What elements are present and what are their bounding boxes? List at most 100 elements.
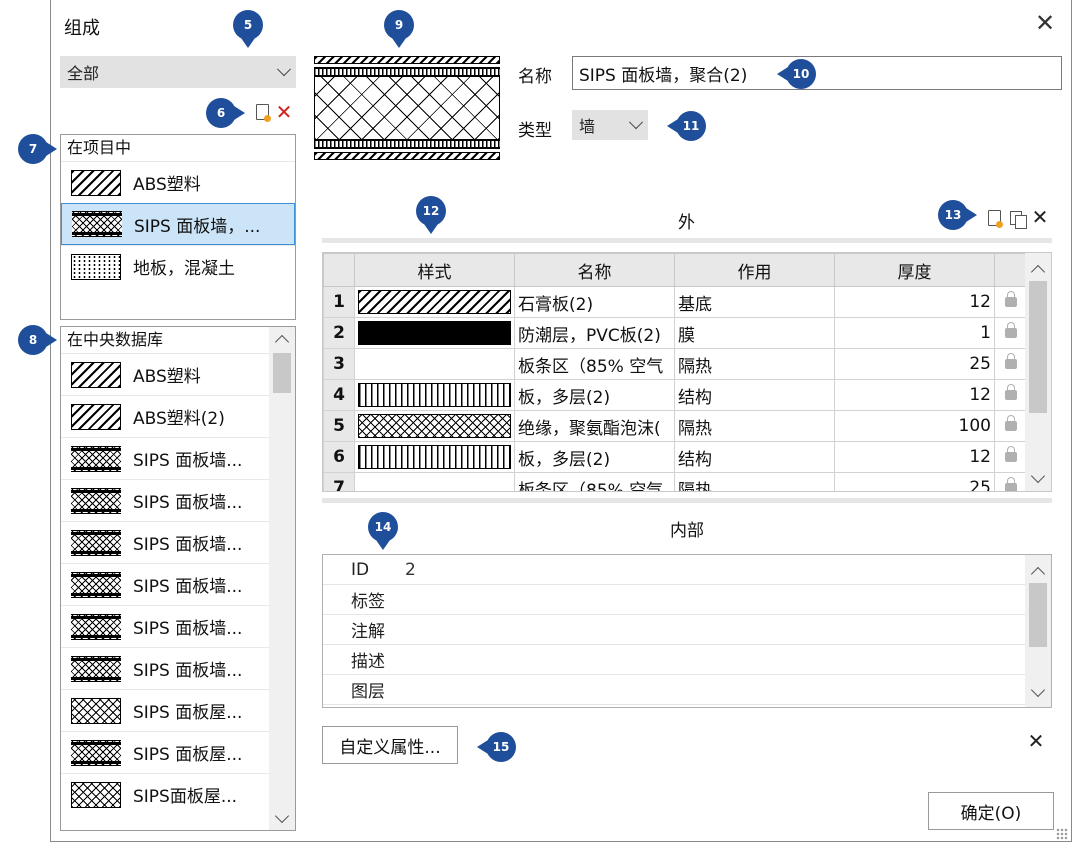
central-db-scrollbar[interactable]	[269, 327, 295, 830]
layer-name-cell[interactable]: 板条区（85% 空气	[514, 348, 675, 380]
central-db-list-item[interactable]: SIPS 面板屋...	[61, 731, 271, 773]
delete-layer-button[interactable]: ✕	[1030, 207, 1050, 227]
property-row[interactable]: 标签	[323, 585, 1025, 615]
central-db-list-item[interactable]: ABS塑料	[61, 353, 271, 395]
scroll-down-icon[interactable]	[1030, 468, 1046, 484]
lock-icon[interactable]	[1005, 446, 1017, 462]
layer-style-cell[interactable]	[354, 317, 515, 349]
column-header-role[interactable]: 作用	[674, 253, 835, 287]
custom-properties-button[interactable]: 自定义属性...	[322, 726, 458, 764]
layer-name-cell[interactable]: 防潮层，PVC板(2)	[514, 317, 675, 349]
delete-composition-button[interactable]: ✕	[274, 102, 294, 122]
scroll-up-icon[interactable]	[1030, 566, 1046, 582]
central-db-list-item[interactable]: SIPS 面板墙...	[61, 479, 271, 521]
layer-thickness-cell[interactable]: 25	[834, 348, 995, 380]
layer-lock-cell[interactable]	[994, 379, 1028, 411]
name-input[interactable]: SIPS 面板墙，聚合(2)	[572, 56, 1062, 90]
layer-row[interactable]: 2 防潮层，PVC板(2) 膜 1	[323, 317, 1028, 349]
lock-icon[interactable]	[1005, 291, 1017, 307]
layer-row[interactable]: 4 板，多层(2) 结构 12	[323, 379, 1028, 411]
layer-style-cell[interactable]	[354, 472, 515, 491]
layer-role-cell[interactable]: 基底	[674, 286, 835, 318]
central-db-list-item[interactable]: SIPS 面板屋...	[61, 689, 271, 731]
in-project-list-item[interactable]: 地板，混凝土	[61, 245, 295, 287]
layer-name-cell[interactable]: 板条区（85% 空气	[514, 472, 675, 491]
scroll-thumb[interactable]	[273, 353, 291, 393]
properties-scrollbar[interactable]	[1025, 555, 1051, 707]
layer-row[interactable]: 7 板条区（85% 空气 隔热 25	[323, 472, 1028, 491]
layer-row[interactable]: 5 绝缘，聚氨酯泡沫(隔热 100	[323, 410, 1028, 442]
layer-role-cell[interactable]: 结构	[674, 379, 835, 411]
layer-lock-cell[interactable]	[994, 410, 1028, 442]
layer-role-cell[interactable]: 隔热	[674, 348, 835, 380]
lock-icon[interactable]	[1005, 322, 1017, 338]
central-db-list-item[interactable]: SIPS 面板墙...	[61, 563, 271, 605]
layer-role-cell[interactable]: 隔热	[674, 410, 835, 442]
ok-button[interactable]: 确定(O)	[928, 792, 1054, 830]
central-db-list-item[interactable]: SIPS面板屋...	[61, 773, 271, 815]
layer-thickness-cell[interactable]: 100	[834, 410, 995, 442]
property-row[interactable]: ID 2	[323, 555, 1025, 585]
lock-icon[interactable]	[1005, 477, 1017, 491]
scroll-down-icon[interactable]	[1030, 682, 1046, 698]
add-layer-button[interactable]	[984, 208, 1004, 228]
layer-lock-cell[interactable]	[994, 472, 1028, 491]
property-row[interactable]: 描述	[323, 645, 1025, 675]
property-value[interactable]: 2	[401, 560, 416, 580]
layer-row[interactable]: 3 板条区（85% 空气 隔热 25	[323, 348, 1028, 380]
layer-row[interactable]: 6 板，多层(2) 结构 12	[323, 441, 1028, 473]
central-db-list-item[interactable]: SIPS 面板墙...	[61, 521, 271, 563]
central-db-list-item[interactable]: ABS塑料(2)	[61, 395, 271, 437]
column-header-name[interactable]: 名称	[514, 253, 675, 287]
layer-thickness-cell[interactable]: 25	[834, 472, 995, 491]
layer-name-cell[interactable]: 板，多层(2)	[514, 379, 675, 411]
column-header-style[interactable]: 样式	[354, 253, 515, 287]
layer-role-cell[interactable]: 隔热	[674, 472, 835, 491]
layer-thickness-cell[interactable]: 12	[834, 441, 995, 473]
copy-layer-button[interactable]	[1006, 208, 1027, 229]
type-dropdown[interactable]: 墙	[572, 110, 648, 140]
layer-thickness-cell[interactable]: 12	[834, 286, 995, 318]
remove-custom-property-button[interactable]: ✕	[1026, 731, 1046, 751]
layer-thickness-cell[interactable]: 1	[834, 317, 995, 349]
layer-role-cell[interactable]: 结构	[674, 441, 835, 473]
layer-style-cell[interactable]	[354, 348, 515, 380]
layer-lock-cell[interactable]	[994, 286, 1028, 318]
central-db-list-item[interactable]: SIPS 面板墙...	[61, 605, 271, 647]
scroll-down-icon[interactable]	[274, 808, 290, 824]
layer-lock-cell[interactable]	[994, 441, 1028, 473]
layer-name-cell[interactable]: 绝缘，聚氨酯泡沫(	[514, 410, 675, 442]
property-row[interactable]: 注解	[323, 615, 1025, 645]
layer-lock-cell[interactable]	[994, 348, 1028, 380]
resize-grip[interactable]	[1056, 828, 1068, 840]
layer-name-cell[interactable]: 板，多层(2)	[514, 441, 675, 473]
scroll-up-icon[interactable]	[274, 334, 290, 350]
lock-icon[interactable]	[1005, 415, 1017, 431]
layer-pattern-swatch	[358, 321, 511, 345]
close-dialog-button[interactable]: ✕	[1032, 10, 1058, 36]
layer-style-cell[interactable]	[354, 441, 515, 473]
scroll-up-icon[interactable]	[1030, 264, 1046, 280]
layer-style-cell[interactable]	[354, 286, 515, 318]
filter-dropdown[interactable]: 全部	[60, 56, 296, 88]
layer-role-cell[interactable]: 膜	[674, 317, 835, 349]
layer-name-cell[interactable]: 石膏板(2)	[514, 286, 675, 318]
new-composition-button[interactable]	[252, 102, 272, 122]
scroll-thumb[interactable]	[1029, 281, 1047, 413]
lock-icon[interactable]	[1005, 353, 1017, 369]
layer-thickness-cell[interactable]: 12	[834, 379, 995, 411]
central-db-list-item[interactable]: SIPS 面板墙...	[61, 647, 271, 689]
layer-style-cell[interactable]	[354, 410, 515, 442]
in-project-list-item[interactable]: SIPS 面板墙，...	[61, 203, 295, 245]
scroll-thumb[interactable]	[1029, 583, 1047, 647]
property-row[interactable]: 图层	[323, 675, 1025, 705]
property-key: 图层	[351, 682, 385, 702]
lock-icon[interactable]	[1005, 384, 1017, 400]
in-project-list-item[interactable]: ABS塑料	[61, 161, 295, 203]
layer-lock-cell[interactable]	[994, 317, 1028, 349]
layer-style-cell[interactable]	[354, 379, 515, 411]
layer-row[interactable]: 1 石膏板(2) 基底 12	[323, 286, 1028, 318]
central-db-list-item[interactable]: SIPS 面板墙...	[61, 437, 271, 479]
column-header-thickness[interactable]: 厚度	[834, 253, 995, 287]
layers-scrollbar[interactable]	[1025, 253, 1051, 491]
